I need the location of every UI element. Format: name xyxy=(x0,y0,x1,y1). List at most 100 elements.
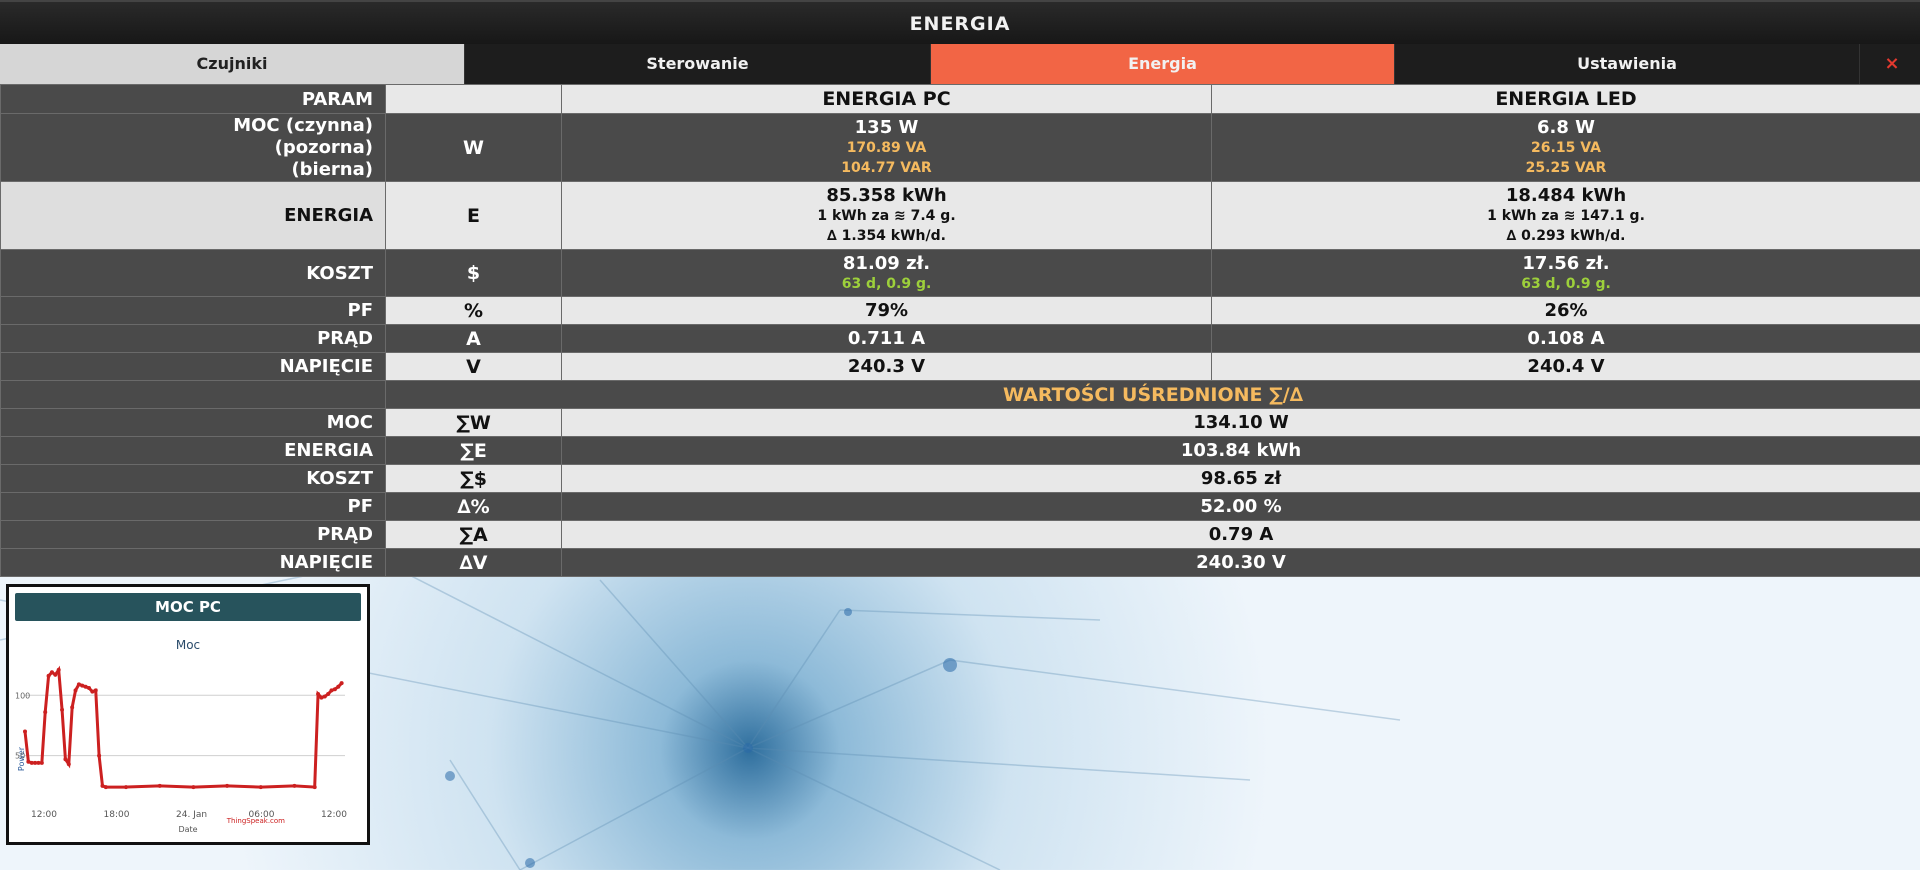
data-point[interactable] xyxy=(258,785,263,790)
unit-prad: A xyxy=(385,324,562,353)
avg-value: 134.10 W xyxy=(561,408,1920,437)
energy-table: PARAM ENERGIA PC ENERGIA LED MOC (czynna… xyxy=(0,84,1920,577)
close-icon[interactable]: × xyxy=(1860,44,1920,84)
table-row-energia: ENERGIA E 85.358 kWh 1 kWh za ≋ 7.4 g. ∆… xyxy=(0,181,1920,250)
data-point[interactable] xyxy=(339,681,344,686)
data-point[interactable] xyxy=(225,783,230,788)
data-point[interactable] xyxy=(49,670,54,675)
data-point[interactable] xyxy=(103,785,108,790)
averages-title: WARTOŚCI UŚREDNIONE ∑/∆ xyxy=(385,380,1920,409)
data-point[interactable] xyxy=(124,785,129,790)
table-header-row: PARAM ENERGIA PC ENERGIA LED xyxy=(0,84,1920,114)
avg-label: PF xyxy=(0,492,386,521)
avg-label: ENERGIA xyxy=(0,436,386,465)
value-napiecie-led: 240.4 V xyxy=(1211,352,1920,381)
window-title: ENERGIA xyxy=(0,0,1920,46)
chart-widget-moc-pc: MOC PC Moc Power Date ThingSpeak.com 50 1… xyxy=(6,584,370,845)
table-row-moc: MOC (czynna) (pozorna) (bierna) W 135 W … xyxy=(0,113,1920,182)
data-point[interactable] xyxy=(292,783,297,788)
avg-label: KOSZT xyxy=(0,464,386,493)
tab-sterowanie[interactable]: Sterowanie xyxy=(465,44,931,84)
avg-unit: ∑W xyxy=(385,408,562,437)
y-tick-label: 100 xyxy=(15,691,30,700)
header-energia-led: ENERGIA LED xyxy=(1211,84,1920,114)
avg-value: 103.84 kWh xyxy=(561,436,1920,465)
data-point[interactable] xyxy=(56,667,61,672)
unit-pf: % xyxy=(385,296,562,325)
x-tick-label: 18:00 xyxy=(104,810,130,820)
avg-unit: ∆V xyxy=(385,548,562,577)
tab-bar: Czujniki Sterowanie Energia Ustawienia × xyxy=(0,44,1920,84)
data-point[interactable] xyxy=(326,692,331,697)
avg-row-energia: ENERGIA ∑E 103.84 kWh xyxy=(0,436,1920,465)
data-point[interactable] xyxy=(316,692,321,697)
label-pf: PF xyxy=(0,296,386,325)
table-row-prad: PRĄD A 0.711 A 0.108 A xyxy=(0,324,1920,353)
avg-value: 52.00 % xyxy=(561,492,1920,521)
value-koszt-led: 17.56 zł. 63 d, 0.9 g. xyxy=(1211,249,1920,297)
avg-unit: ∆% xyxy=(385,492,562,521)
chart-title: Moc xyxy=(176,638,200,652)
label-moc: MOC (czynna) (pozorna) (bierna) xyxy=(0,113,386,182)
data-point[interactable] xyxy=(191,785,196,790)
label-koszt: KOSZT xyxy=(0,249,386,297)
data-point[interactable] xyxy=(43,710,48,715)
value-prad-pc: 0.711 A xyxy=(561,324,1212,353)
data-point[interactable] xyxy=(39,760,44,765)
table-row-pf: PF % 79% 26% xyxy=(0,296,1920,325)
data-point[interactable] xyxy=(336,684,341,689)
data-point[interactable] xyxy=(322,694,327,699)
data-point[interactable] xyxy=(63,757,68,762)
series-line-power xyxy=(23,665,343,789)
data-point[interactable] xyxy=(66,762,71,767)
table-row-napiecie: NAPIĘCIE V 240.3 V 240.4 V xyxy=(0,352,1920,381)
power-chart: Moc Power Date ThingSpeak.com 50100 12:0… xyxy=(15,638,347,834)
data-point[interactable] xyxy=(332,687,337,692)
value-moc-led: 6.8 W 26.15 VA 25.25 VAR xyxy=(1211,113,1920,182)
avg-row-prad: PRĄD ∑A 0.79 A xyxy=(0,520,1920,549)
tab-energia[interactable]: Energia xyxy=(931,44,1395,84)
value-prad-led: 0.108 A xyxy=(1211,324,1920,353)
value-pf-led: 26% xyxy=(1211,296,1920,325)
x-tick-label: 12:00 xyxy=(321,810,347,820)
avg-row-koszt: KOSZT ∑$ 98.65 zł xyxy=(0,464,1920,493)
data-point[interactable] xyxy=(70,705,75,710)
avg-label: PRĄD xyxy=(0,520,386,549)
table-row-koszt: KOSZT $ 81.09 zł. 63 d, 0.9 g. 17.56 zł.… xyxy=(0,249,1920,297)
data-point[interactable] xyxy=(312,785,317,790)
x-axis-label: Date xyxy=(178,825,197,834)
avg-unit: ∑E xyxy=(385,436,562,465)
value-energia-led: 18.484 kWh 1 kWh za ≋ 147.1 g. ∆ 0.293 k… xyxy=(1211,181,1920,250)
data-point[interactable] xyxy=(87,686,91,690)
value-napiecie-pc: 240.3 V xyxy=(561,352,1212,381)
chart-widget-title: MOC PC xyxy=(15,593,361,621)
data-point[interactable] xyxy=(157,783,162,788)
tab-czujniki[interactable]: Czujniki xyxy=(0,44,465,84)
label-energia: ENERGIA xyxy=(0,181,386,250)
data-point[interactable] xyxy=(73,688,78,693)
label-prad: PRĄD xyxy=(0,324,386,353)
data-point[interactable] xyxy=(60,707,65,712)
label-napiecie: NAPIĘCIE xyxy=(0,352,386,381)
tab-ustawienia[interactable]: Ustawienia xyxy=(1395,44,1860,84)
header-energia-pc: ENERGIA PC xyxy=(561,84,1212,114)
averages-header-row: WARTOŚCI UŚREDNIONE ∑/∆ xyxy=(0,380,1920,409)
data-point[interactable] xyxy=(53,672,58,677)
data-point[interactable] xyxy=(93,688,98,693)
avg-row-moc: MOC ∑W 134.10 W xyxy=(0,408,1920,437)
data-point[interactable] xyxy=(23,729,27,734)
avg-unit: ∑A xyxy=(385,520,562,549)
value-moc-pc: 135 W 170.89 VA 104.77 VAR xyxy=(561,113,1212,182)
value-koszt-pc: 81.09 zł. 63 d, 0.9 g. xyxy=(561,249,1212,297)
avg-label: NAPIĘCIE xyxy=(0,548,386,577)
value-energia-pc: 85.358 kWh 1 kWh za ≋ 7.4 g. ∆ 1.354 kWh… xyxy=(561,181,1212,250)
avg-unit: ∑$ xyxy=(385,464,562,493)
x-tick-label: 12:00 xyxy=(31,810,57,820)
x-tick-label: 24. Jan xyxy=(176,810,207,820)
unit-moc: W xyxy=(385,113,562,182)
header-param: PARAM xyxy=(0,84,386,114)
data-point[interactable] xyxy=(46,673,51,678)
avg-value: 240.30 V xyxy=(561,548,1920,577)
data-point[interactable] xyxy=(97,753,102,758)
avg-value: 98.65 zł xyxy=(561,464,1920,493)
